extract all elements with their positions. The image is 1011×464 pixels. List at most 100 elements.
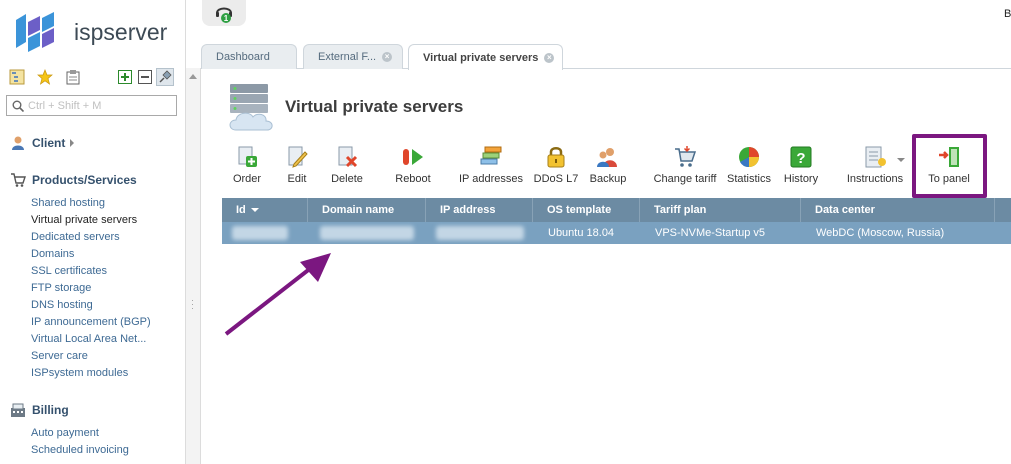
ddos-l7-button[interactable]: DDoS L7 <box>533 145 579 187</box>
sidebar-item-dedicated-servers[interactable]: Dedicated servers <box>31 229 151 246</box>
toolbar-label: Delete <box>331 173 363 185</box>
sidebar-item-shared-hosting[interactable]: Shared hosting <box>31 195 151 212</box>
edit-icon <box>288 146 308 168</box>
tab-virtual-private-servers[interactable]: Virtual private servers × <box>408 44 563 70</box>
sidebar-item-ispsystem-modules[interactable]: ISPsystem modules <box>31 365 151 382</box>
order-button[interactable]: Order <box>230 145 264 187</box>
backup-button[interactable]: Backup <box>589 145 627 187</box>
client-user-icon <box>12 136 24 150</box>
sidebar-search[interactable] <box>6 95 177 116</box>
toolbar-label: DDoS L7 <box>533 173 579 185</box>
backup-icon <box>597 148 617 167</box>
delete-icon <box>338 146 358 168</box>
instructions-button[interactable]: Instructions <box>846 145 904 187</box>
sidebar-scrollbar[interactable]: · · · <box>186 68 201 464</box>
pin-icon[interactable] <box>156 68 174 86</box>
column-header-id[interactable]: Id <box>222 198 308 222</box>
tab-close-icon[interactable]: × <box>544 52 555 63</box>
tab-dashboard[interactable]: Dashboard <box>201 44 297 69</box>
column-header-ip-address[interactable]: IP address <box>426 198 533 222</box>
toolbar-label: IP addresses <box>458 173 523 185</box>
column-header-more[interactable] <box>995 198 1011 222</box>
menu-group-label: Client <box>32 136 66 150</box>
toolbar-label: Statistics <box>726 173 771 185</box>
toolbar-label: Edit <box>287 173 307 185</box>
cart-icon <box>675 146 697 167</box>
column-header-data-center[interactable]: Data center <box>801 198 995 222</box>
redacted-domain-name <box>320 226 414 240</box>
toolbar-label: Reboot <box>395 173 431 185</box>
products-menu-list: Shared hosting Virtual private servers D… <box>31 195 151 382</box>
lock-icon <box>547 147 565 168</box>
column-label: IP address <box>440 204 496 216</box>
edit-button[interactable]: Edit <box>283 145 311 187</box>
cell-os-template: Ubuntu 18.04 <box>548 227 615 239</box>
redacted-id <box>232 226 288 240</box>
instructions-icon <box>865 146 886 168</box>
grid-header: Id Domain name IP address OS template Ta… <box>222 198 1011 222</box>
sidebar-item-vlan[interactable]: Virtual Local Area Net... <box>31 331 151 348</box>
reboot-button[interactable]: Reboot <box>393 145 433 187</box>
logo[interactable]: ispserver <box>14 12 167 52</box>
sort-desc-icon <box>250 208 259 213</box>
favorites-star-icon[interactable] <box>36 68 54 86</box>
pie-chart-icon <box>739 147 759 168</box>
user-menu[interactable]: B <box>1004 8 1011 20</box>
clipboard-icon[interactable] <box>64 68 82 86</box>
column-header-domain-name[interactable]: Domain name <box>308 198 426 222</box>
column-header-os-template[interactable]: OS template <box>533 198 640 222</box>
tab-label: External F... <box>318 51 377 63</box>
tree-view-icon[interactable] <box>8 68 26 86</box>
statistics-button[interactable]: Statistics <box>725 145 773 187</box>
sidebar-item-ip-announcement[interactable]: IP announcement (BGP) <box>31 314 151 331</box>
support-button[interactable]: 1 <box>202 0 246 26</box>
menu-group-label: Billing <box>32 403 69 417</box>
resize-grip-icon[interactable]: · · · <box>191 296 194 313</box>
headset-icon: 1 <box>216 7 232 23</box>
sidebar-item-domains[interactable]: Domains <box>31 246 151 263</box>
isp-logo-icon <box>16 12 54 52</box>
cell-tariff-plan: VPS-NVMe-Startup v5 <box>655 227 766 239</box>
menu-group-client[interactable]: Client <box>10 135 75 151</box>
sidebar-item-auto-payment[interactable]: Auto payment <box>31 425 129 442</box>
table-row[interactable]: Ubuntu 18.04 VPS-NVMe-Startup v5 WebDC (… <box>222 222 1011 244</box>
sidebar-item-server-care[interactable]: Server care <box>31 348 151 365</box>
column-header-tariff-plan[interactable]: Tariff plan <box>640 198 801 222</box>
tab-external[interactable]: External F... × <box>303 44 403 69</box>
tab-close-icon[interactable]: × <box>382 52 393 62</box>
toolbar-label: Backup <box>589 173 627 185</box>
menu-group-label: Products/Services <box>32 173 137 187</box>
ip-addresses-button[interactable]: IP addresses <box>458 145 524 187</box>
page-title: Virtual private servers <box>285 97 464 116</box>
history-button[interactable]: ? History <box>782 145 820 187</box>
order-plus-icon <box>238 146 257 167</box>
vps-cloud-server-icon <box>229 84 273 131</box>
column-label: Data center <box>815 204 875 216</box>
sidebar-item-dns-hosting[interactable]: DNS hosting <box>31 297 151 314</box>
sidebar-item-ssl-certificates[interactable]: SSL certificates <box>31 263 151 280</box>
change-tariff-button[interactable]: Change tariff <box>652 145 718 187</box>
sidebar-item-virtual-private-servers[interactable]: Virtual private servers <box>31 212 151 229</box>
scroll-up-arrow-icon[interactable] <box>189 74 197 79</box>
search-input[interactable] <box>28 99 173 112</box>
cell-data-center: WebDC (Moscow, Russia) <box>816 227 945 239</box>
billing-register-icon <box>11 403 25 417</box>
column-label: Tariff plan <box>654 204 707 216</box>
reboot-icon <box>403 149 423 165</box>
sidebar-item-scheduled-invoicing[interactable]: Scheduled invoicing <box>31 442 129 459</box>
menu-group-products[interactable]: Products/Services <box>10 172 137 188</box>
column-label: OS template <box>547 204 612 216</box>
toolbar-label: Order <box>232 173 262 185</box>
svg-text:?: ? <box>796 150 805 167</box>
expand-all-icon[interactable] <box>116 68 134 86</box>
sidebar-item-ftp-storage[interactable]: FTP storage <box>31 280 151 297</box>
column-label: Id <box>236 204 246 216</box>
ip-addresses-icon <box>480 146 502 165</box>
toolbar-label: History <box>783 173 819 185</box>
search-icon <box>12 100 24 112</box>
menu-group-billing[interactable]: Billing <box>10 402 69 418</box>
collapse-all-icon[interactable] <box>136 68 154 86</box>
instructions-dropdown-icon[interactable] <box>897 158 905 162</box>
billing-menu-list: Auto payment Scheduled invoicing <box>31 425 129 459</box>
delete-button[interactable]: Delete <box>328 145 366 187</box>
